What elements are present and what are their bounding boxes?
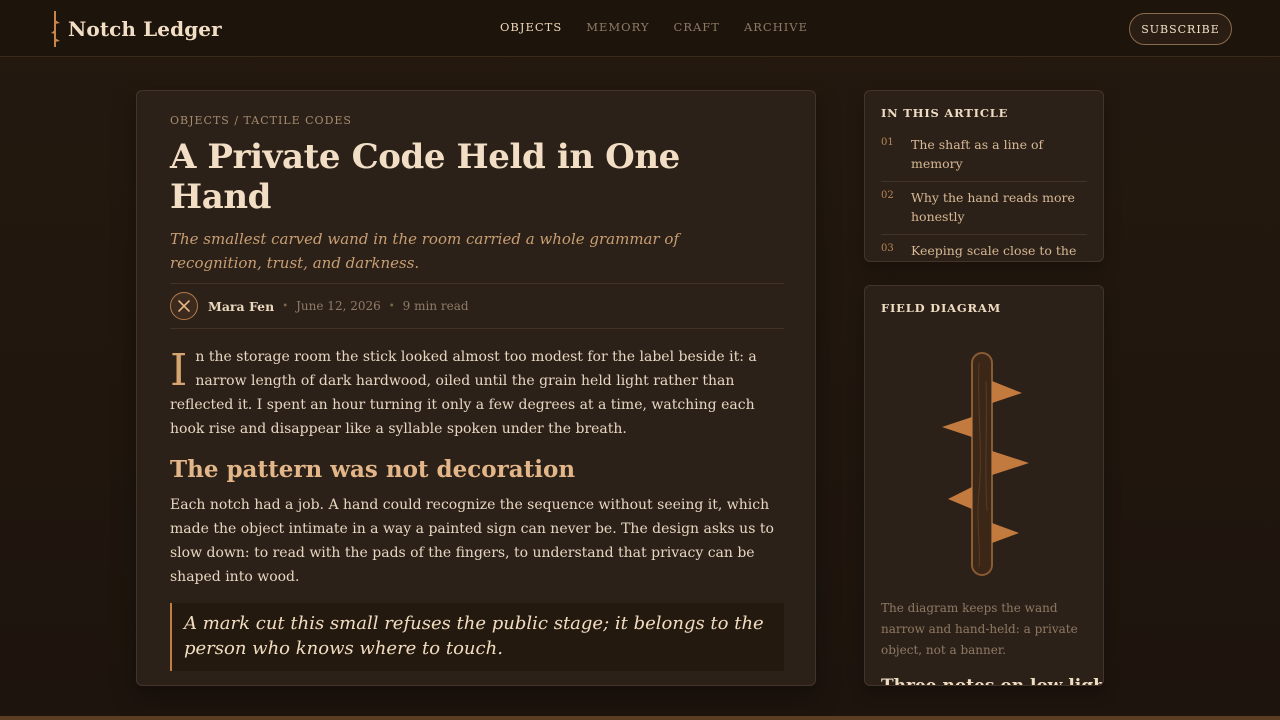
article-title: A Private Code Held in One Hand	[170, 137, 680, 217]
publish-date: June 12, 2026	[296, 299, 381, 313]
brand[interactable]: Notch Ledger	[50, 10, 222, 48]
toc-label: Why the hand reads more honestly	[911, 190, 1075, 224]
toc-item[interactable]: 02 Why the hand reads more honestly	[881, 182, 1087, 235]
meta-separator: •	[282, 300, 289, 312]
section-heading: The pattern was not decoration	[170, 456, 576, 483]
toc-number: 01	[881, 137, 894, 148]
diagram-caption: The diagram keeps the wand narrow and ha…	[881, 601, 1078, 657]
author-name[interactable]: Mara Fen	[208, 299, 274, 314]
diagram-heading: FIELD DIAGRAM	[881, 301, 1002, 315]
article-dek: The smallest carved wand in the room car…	[170, 230, 680, 272]
byline: Mara Fen • June 12, 2026 • 9 min read	[170, 283, 784, 329]
crossed-sticks-icon	[170, 292, 198, 320]
toc-number: 02	[881, 190, 894, 201]
article-content: OBJECTS / TACTILE CODES A Private Code H…	[170, 114, 784, 671]
breadcrumb[interactable]: OBJECTS / TACTILE CODES	[170, 114, 784, 127]
read-time: 9 min read	[402, 299, 469, 313]
footer-rule	[0, 716, 1280, 720]
site-header: Notch Ledger OBJECTS MEMORY CRAFT ARCHIV…	[0, 0, 1280, 57]
notched-stick-icon	[51, 11, 60, 47]
toc-label: The shaft as a line of memory	[911, 137, 1044, 171]
brand-name: Notch Ledger	[68, 17, 222, 41]
avatar-glyph	[178, 300, 190, 312]
toc-item[interactable]: 01 The shaft as a line of memory	[881, 129, 1087, 182]
lead-text: n the storage room the stick looked almo…	[170, 349, 757, 437]
main-nav: OBJECTS MEMORY CRAFT ARCHIVE	[500, 20, 832, 34]
field-diagram-card: FIELD DIAGRAM The diagram keeps the wand…	[864, 285, 1104, 686]
toc-list: 01 The shaft as a line of memory 02 Why …	[881, 129, 1087, 261]
lead-paragraph: In the storage room the stick looked alm…	[170, 345, 784, 441]
nav-craft[interactable]: CRAFT	[674, 20, 720, 34]
nav-memory[interactable]: MEMORY	[586, 20, 649, 34]
nav-archive[interactable]: ARCHIVE	[744, 20, 808, 34]
meta-separator: •	[388, 300, 395, 312]
body-paragraph: Each notch had a job. A hand could recog…	[170, 497, 774, 585]
article-card: OBJECTS / TACTILE CODES A Private Code H…	[136, 90, 816, 686]
drop-cap: I	[170, 345, 188, 396]
toc-label: Keeping scale close to the body	[911, 243, 1077, 258]
toc-number: 03	[881, 243, 894, 254]
notched-wand-diagram	[942, 352, 1029, 576]
subscribe-button[interactable]: SUBSCRIBE	[1129, 13, 1232, 45]
toc-item[interactable]: 03 Keeping scale close to the body	[881, 235, 1087, 261]
nav-objects[interactable]: OBJECTS	[500, 20, 562, 34]
next-section-heading: Three notes on low light	[881, 676, 1104, 686]
table-of-contents: IN THIS ARTICLE 01 The shaft as a line o…	[864, 90, 1104, 262]
toc-heading: IN THIS ARTICLE	[881, 106, 1009, 120]
pull-quote: A mark cut this small refuses the public…	[170, 603, 784, 671]
